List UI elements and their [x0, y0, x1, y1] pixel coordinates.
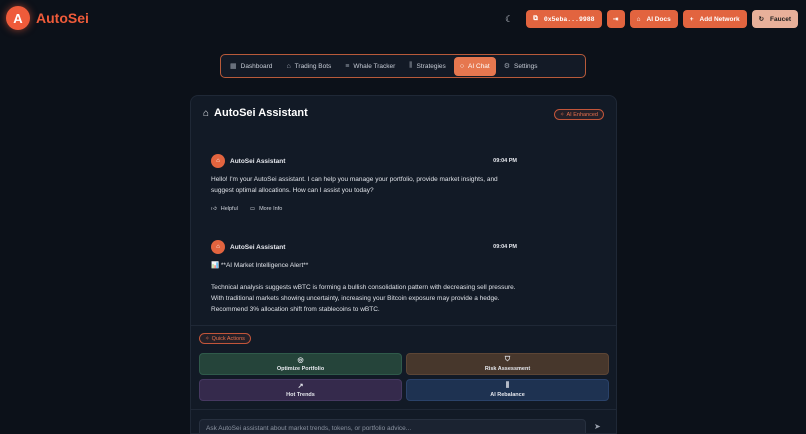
top-actions: ☾ ⧉ 0x5eba...9988 ⇥ ⌂ AI Docs + Add Network… — [500, 10, 798, 28]
quick-action-label: Risk Assessment — [484, 366, 531, 372]
ai-docs-button[interactable]: ⌂ AI Docs — [629, 10, 678, 28]
wallet-address: 0x5eba...9988 — [543, 15, 595, 23]
bot-icon: ⌂ — [286, 62, 291, 70]
copy-icon: ⧉ — [533, 15, 538, 22]
quick-actions-badge: ✧ Quick Actions — [199, 333, 251, 344]
wallet-button[interactable]: ⧉ 0x5eba...9988 — [526, 10, 602, 28]
send-icon[interactable]: ➤ — [594, 422, 601, 431]
sparkle-icon: ✧ — [205, 335, 210, 342]
tab-settings[interactable]: ⚙ Settings — [498, 57, 544, 76]
chat-message: ⌂ AutoSei Assistant 09:04 PM 📊 **AI Marke… — [211, 240, 517, 315]
tab-label: AI Chat — [468, 62, 490, 70]
message-headline: 📊 **AI Market Intelligence Alert** — [211, 262, 309, 269]
brand-name: AutoSei — [36, 10, 89, 26]
list-icon: ≡ — [345, 62, 350, 70]
quick-actions-label: Quick Actions — [211, 335, 245, 342]
more-info-label: More Info — [259, 206, 283, 212]
helpful-label: Helpful — [220, 206, 238, 212]
comment-icon: ▭ — [249, 206, 256, 212]
target-icon: ◎ — [297, 357, 304, 364]
risk-assessment-button[interactable]: ⛉ Risk Assessment — [406, 353, 609, 375]
tab-strategies[interactable]: ⫼ Strategies — [403, 57, 452, 76]
divider — [191, 325, 616, 326]
chat-input[interactable]: Ask AutoSei assistant about market trend… — [199, 419, 586, 433]
assistant-avatar: ⌂ — [211, 154, 225, 168]
tab-label: Settings — [514, 62, 538, 70]
tab-label: Whale Tracker — [353, 62, 396, 70]
helpful-button[interactable]: 👍︎ Helpful — [211, 206, 238, 212]
badge-label: AI Enhanced — [566, 111, 599, 118]
trending-up-icon: ↗ — [297, 383, 304, 390]
gear-icon: ⚙ — [503, 63, 511, 70]
message-text: Technical analysis suggests wBTC is form… — [211, 284, 516, 313]
quick-action-label: Hot Trends — [286, 392, 315, 398]
quick-action-label: Optimize Portfolio — [276, 366, 325, 372]
quick-action-label: AI Rebalance — [490, 392, 525, 398]
faucet-icon: ↻ — [758, 16, 765, 23]
logo-mark: A — [6, 6, 30, 30]
sparkle-icon: ✧ — [559, 111, 565, 118]
faucet-label: Faucet — [770, 15, 791, 23]
chat-title: AutoSei Assistant — [214, 107, 308, 119]
disconnect-button[interactable]: ⇥ — [606, 10, 625, 28]
more-info-button[interactable]: ▭ More Info — [250, 206, 282, 212]
tab-label: Trading Bots — [294, 62, 332, 70]
message-sender: AutoSei Assistant — [230, 243, 286, 251]
bar-chart-icon: ⫼ — [505, 382, 510, 389]
optimize-portfolio-button[interactable]: ◎ Optimize Portfolio — [199, 353, 402, 375]
logout-icon: ⇥ — [612, 16, 619, 23]
tab-label: Dashboard — [240, 62, 273, 70]
chat-panel: ⌂ AutoSei Assistant ✧ AI Enhanced ⌂ AutoSe… — [190, 95, 617, 434]
ai-rebalance-button[interactable]: ⫼ AI Rebalance — [406, 379, 609, 401]
bar-chart-icon: ⫼ — [409, 62, 413, 69]
tab-trading-bots[interactable]: ⌂ Trading Bots — [280, 57, 337, 76]
chat-icon: ○ — [459, 62, 465, 70]
message-actions: 👍︎ Helpful ▭ More Info — [211, 206, 517, 212]
ai-docs-label: AI Docs — [646, 15, 671, 23]
tab-label: Strategies — [416, 62, 446, 70]
faucet-button[interactable]: ↻ Faucet — [751, 10, 798, 28]
message-sender: AutoSei Assistant — [230, 157, 286, 165]
chat-header: ⌂ AutoSei Assistant — [203, 107, 308, 119]
ai-enhanced-badge: ✧ AI Enhanced — [553, 109, 604, 120]
message-time: 09:04 PM — [493, 244, 517, 250]
add-network-button[interactable]: + Add Network — [682, 10, 747, 28]
brand-logo[interactable]: A AutoSei — [6, 6, 89, 30]
assistant-avatar: ⌂ — [211, 240, 225, 254]
divider — [191, 409, 616, 410]
message-time: 09:04 PM — [493, 158, 517, 164]
bot-icon: ⌂ — [636, 15, 641, 23]
add-network-label: Add Network — [699, 15, 740, 23]
tab-ai-chat[interactable]: ○ AI Chat — [453, 56, 496, 76]
bot-icon: ⌂ — [203, 107, 210, 119]
thumbs-up-icon: 👍︎ — [211, 206, 217, 212]
hot-trends-button[interactable]: ↗ Hot Trends — [199, 379, 402, 401]
plus-icon: + — [689, 15, 694, 23]
shield-icon: ⛉ — [504, 356, 511, 363]
theme-toggle-moon-icon[interactable]: ☾ — [500, 10, 518, 28]
dashboard-icon: ▦ — [230, 63, 237, 70]
main-nav: ▦ Dashboard ⌂ Trading Bots ≡ Whale Tracker … — [220, 54, 586, 78]
chat-message: ⌂ AutoSei Assistant 09:04 PM Hello! I'm y… — [211, 154, 517, 212]
tab-whale-tracker[interactable]: ≡ Whale Tracker — [339, 57, 401, 76]
message-text: Hello! I'm your AutoSei assistant. I can… — [211, 176, 498, 194]
tab-dashboard[interactable]: ▦ Dashboard — [224, 57, 278, 76]
